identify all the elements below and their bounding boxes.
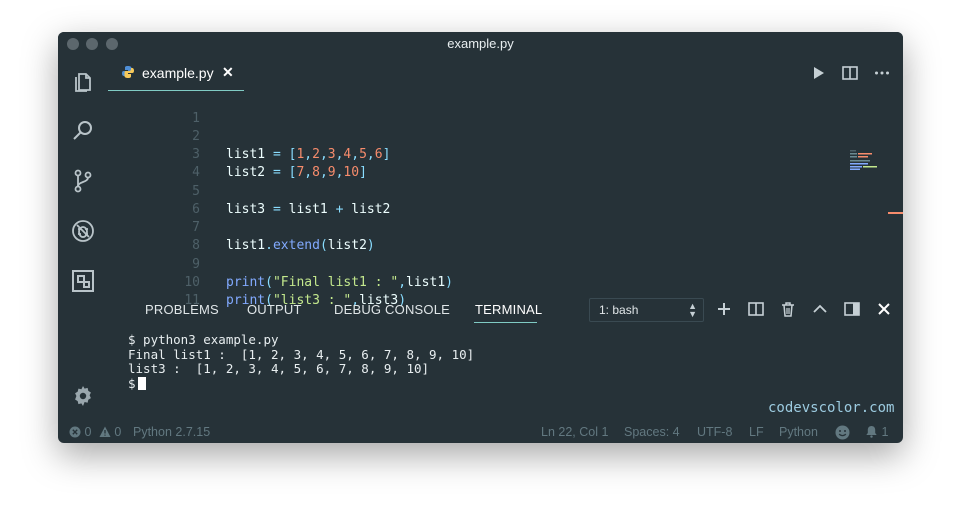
warning-icon xyxy=(99,426,111,437)
code-line: 11 xyxy=(108,274,200,308)
window-title: example.py xyxy=(447,36,514,51)
code-text: list1.extend(list2) xyxy=(226,238,375,253)
bell-icon xyxy=(866,426,877,438)
terminal-line: $ python3 example.py xyxy=(128,332,279,347)
tab-problems[interactable]: PROBLEMS xyxy=(145,302,219,317)
error-count: 0 xyxy=(84,425,92,439)
split-terminal-icon[interactable] xyxy=(747,300,765,318)
indentation[interactable]: Spaces: 4 xyxy=(624,425,680,439)
terminal-prompt-line: $ xyxy=(128,376,146,391)
tab-terminal[interactable]: TERMINAL xyxy=(475,302,542,317)
code-editor[interactable]: 1 2 list1 = [1,2,3,4,5,6] 3 list2 = [7,8… xyxy=(108,90,903,308)
watermark: codevscolor.com xyxy=(768,400,895,416)
activity-bar xyxy=(58,56,108,420)
terminal-selector-value: 1: bash xyxy=(599,303,639,317)
tab-debug-console[interactable]: DEBUG CONSOLE xyxy=(334,302,450,317)
error-icon xyxy=(69,426,81,438)
settings-gear-icon[interactable] xyxy=(71,384,95,408)
terminal-cursor xyxy=(137,377,146,390)
code-line: 3 list2 = [7,8,9,10] xyxy=(108,128,367,180)
panel-layout-icon[interactable] xyxy=(843,300,861,318)
code-text: list2 = [7,8,9,10] xyxy=(226,165,367,180)
code-text: list3 = list1 + list2 xyxy=(226,202,391,217)
code-line: 10 print("list3 : ",list3) xyxy=(108,256,406,308)
code-text: list1 = [1,2,3,4,5,6] xyxy=(226,147,391,162)
line-number: 3 xyxy=(192,147,200,162)
encoding[interactable]: UTF-8 xyxy=(697,425,732,439)
line-number: 9 xyxy=(192,257,200,272)
notifications[interactable]: 1 xyxy=(865,425,888,439)
line-number: 5 xyxy=(192,184,200,199)
code-line: 2 list1 = [1,2,3,4,5,6] xyxy=(108,110,390,162)
more-icon[interactable] xyxy=(873,64,891,82)
code-line: 4 xyxy=(108,146,200,180)
line-number: 8 xyxy=(192,238,200,253)
line-number: 6 xyxy=(192,202,200,217)
code-line: 1 xyxy=(108,92,200,126)
line-number: 2 xyxy=(192,129,200,144)
search-icon[interactable] xyxy=(71,119,95,143)
tab-example-py[interactable]: example.py ✕ xyxy=(108,56,244,91)
debug-icon[interactable] xyxy=(71,219,95,243)
cursor-position[interactable]: Ln 22, Col 1 xyxy=(541,425,608,439)
code-text: print("Final list1 : ",list1) xyxy=(226,275,453,290)
code-line: 7 list1.extend(list2) xyxy=(108,201,375,253)
code-line: 6 xyxy=(108,183,200,217)
warning-count: 0 xyxy=(114,425,122,439)
feedback-button[interactable] xyxy=(835,425,850,441)
scrollbar-marker xyxy=(888,212,903,214)
trash-icon[interactable] xyxy=(779,300,797,318)
terminal-line: Final list1 : [1, 2, 3, 4, 5, 6, 7, 8, 9… xyxy=(128,347,475,362)
terminal-prompt: $ xyxy=(128,376,136,391)
line-number: 10 xyxy=(184,275,200,290)
panel-tab-bar: PROBLEMS OUTPUT DEBUG CONSOLE TERMINAL 1… xyxy=(108,294,903,328)
language-mode[interactable]: Python xyxy=(779,425,818,439)
code-line: 5 list3 = list1 + list2 xyxy=(108,165,390,217)
run-icon[interactable] xyxy=(809,64,827,82)
terminal-line: list3 : [1, 2, 3, 4, 5, 6, 7, 8, 9, 10] xyxy=(128,361,430,376)
python-interpreter[interactable]: Python 2.7.15 xyxy=(133,425,210,439)
smiley-icon xyxy=(835,425,850,440)
line-number: 4 xyxy=(192,165,200,180)
active-tab-indicator xyxy=(474,322,537,323)
line-number: 7 xyxy=(192,220,200,235)
split-editor-icon[interactable] xyxy=(841,64,859,82)
editor-tab-bar: example.py ✕ xyxy=(108,56,903,91)
extensions-icon[interactable] xyxy=(71,269,95,293)
title-bar: example.py xyxy=(58,32,903,56)
vscode-window: example.py example.py ✕ 1 2 list1 = [1,2… xyxy=(58,32,903,443)
tab-output[interactable]: OUTPUT xyxy=(247,302,302,317)
select-arrows-icon: ▲ ▼ xyxy=(688,301,697,319)
source-control-icon[interactable] xyxy=(71,169,95,193)
files-icon[interactable] xyxy=(71,69,95,93)
problems-status[interactable]: 0 0 xyxy=(69,425,121,439)
minimap[interactable] xyxy=(850,150,890,170)
tab-label: example.py xyxy=(142,65,214,81)
chevron-up-icon[interactable] xyxy=(811,300,829,318)
python-file-icon xyxy=(122,66,134,78)
end-of-line[interactable]: LF xyxy=(749,425,764,439)
notification-count: 1 xyxy=(881,425,889,439)
add-terminal-icon[interactable] xyxy=(715,300,733,318)
code-line: 9 print("Final list1 : ",list1) xyxy=(108,238,453,290)
tab-close-icon[interactable]: ✕ xyxy=(222,64,234,81)
status-bar: 0 0 Python 2.7.15 Ln 22, Col 1 Spaces: 4… xyxy=(58,420,903,443)
line-number: 1 xyxy=(192,111,200,126)
terminal-selector[interactable]: 1: bash ▲ ▼ xyxy=(589,298,704,322)
close-panel-icon[interactable] xyxy=(875,300,893,318)
code-line: 8 xyxy=(108,219,200,253)
